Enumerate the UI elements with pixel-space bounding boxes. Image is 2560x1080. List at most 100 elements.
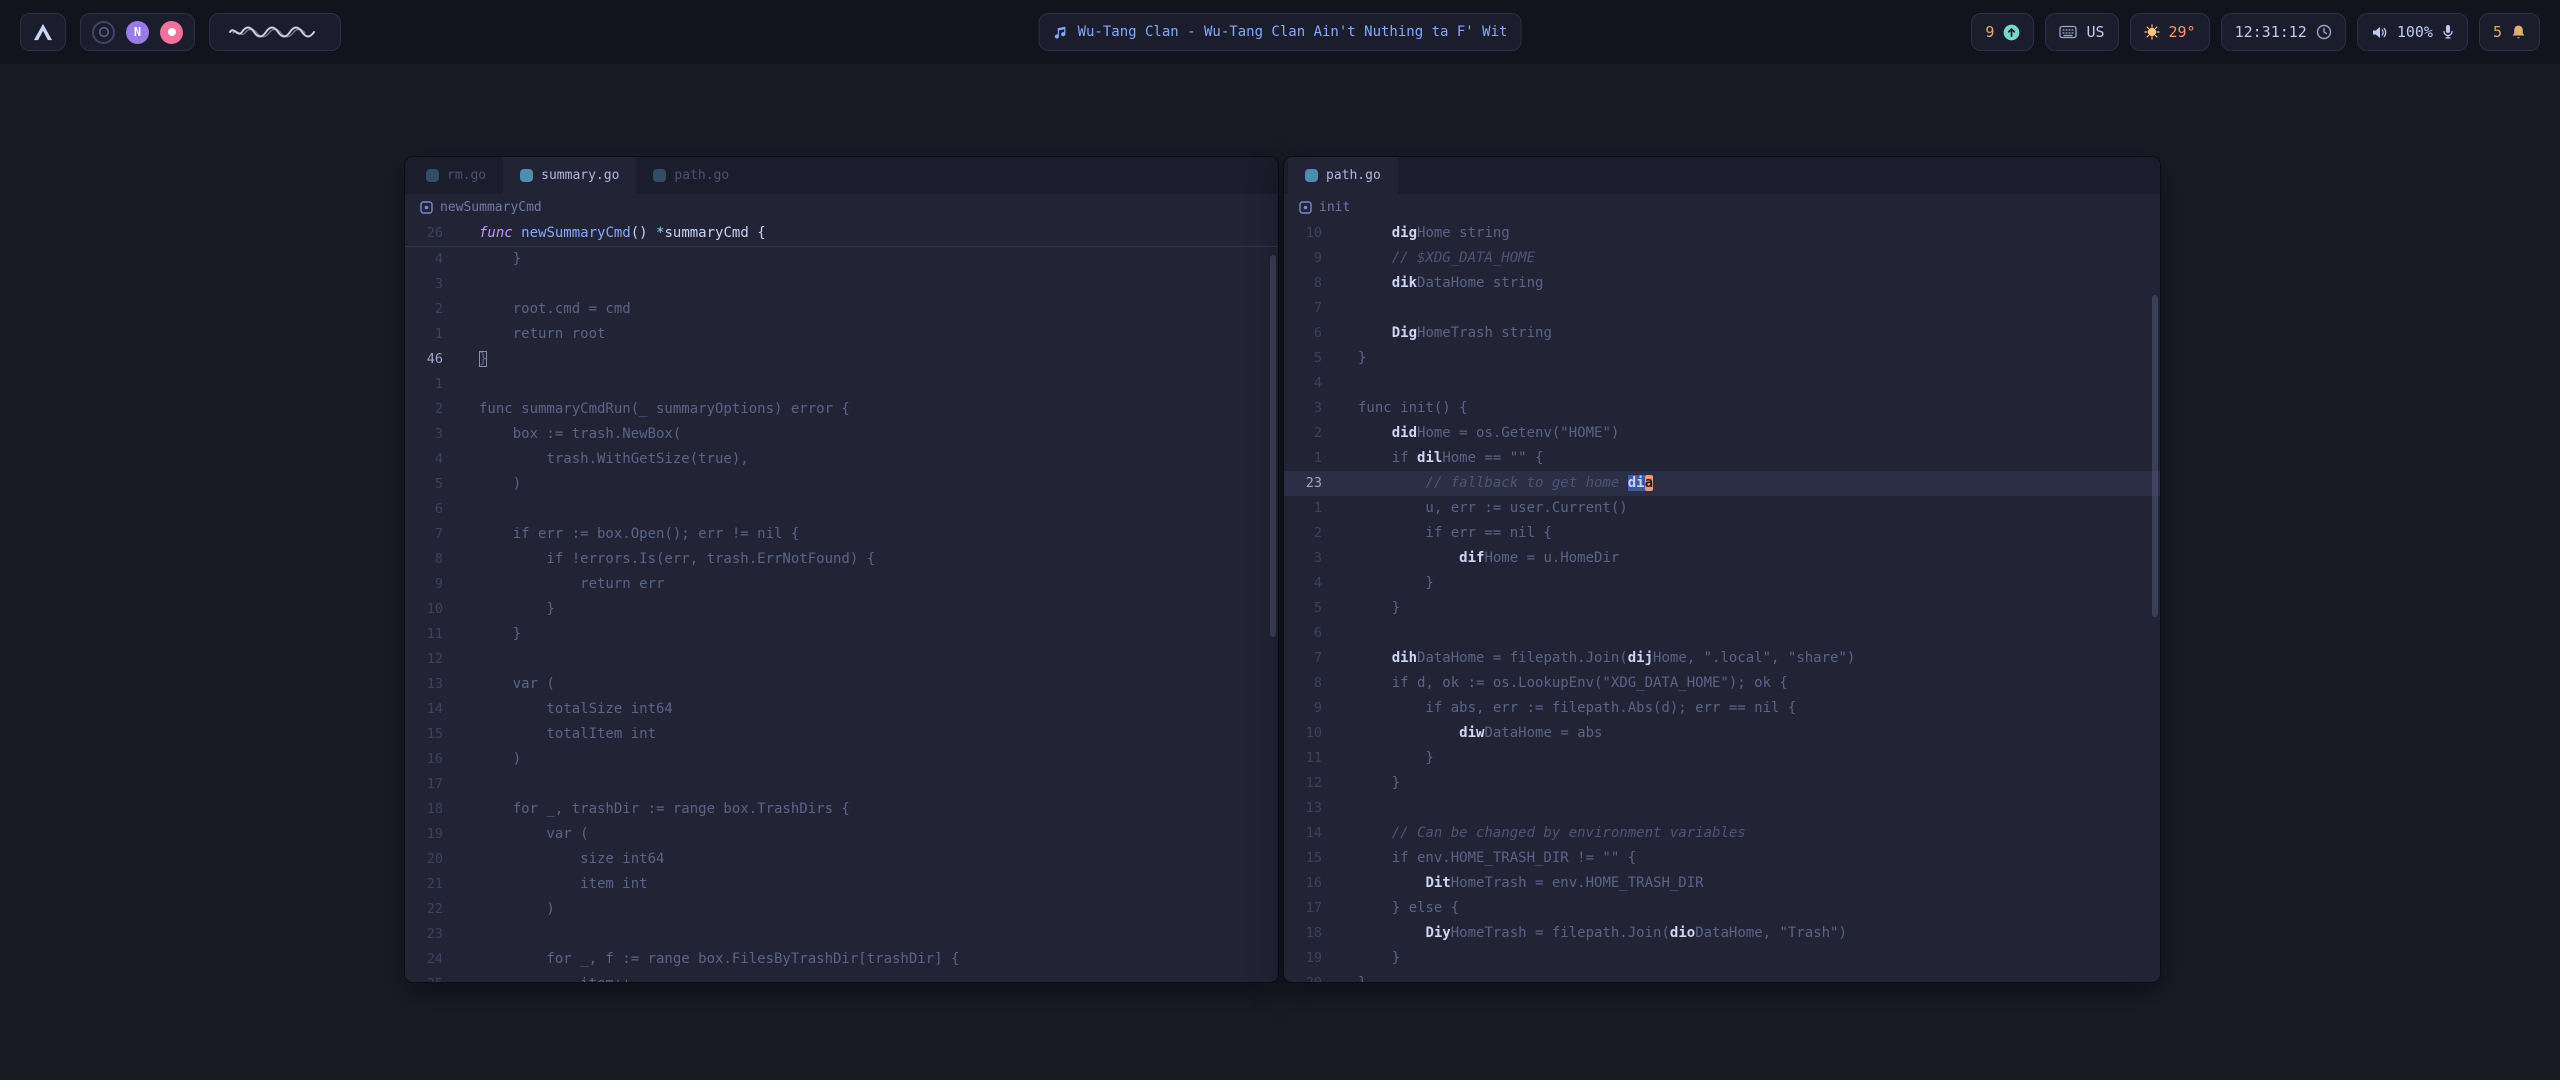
line-number: 9 [1284,246,1334,271]
code-text: HomeTrash string [1417,325,1552,341]
tab-path.go[interactable]: path.go [636,157,746,194]
code-line[interactable]: 2 root.cmd = cmd [405,297,1278,322]
inactive-cursor: } [479,351,487,367]
flash-jump-label: dij [1628,650,1653,666]
code-line[interactable]: 4 [1284,371,2160,396]
code-line[interactable]: 46} [405,347,1278,372]
code-text: } [479,601,555,617]
code-line[interactable]: 14 // Can be changed by environment vari… [1284,821,2160,846]
tab-path.go[interactable]: path.go [1288,157,1398,194]
sticky-context-line[interactable]: 26func newSummaryCmd() *summaryCmd { [405,221,1278,246]
tab-summary.go[interactable]: summary.go [503,157,636,194]
code-line[interactable]: 11 } [405,622,1278,647]
code-text: } [479,251,521,267]
right-scrollbar[interactable] [2152,295,2158,617]
code-line[interactable]: 10 digHome string [1284,221,2160,246]
code-line[interactable]: 5 ) [405,472,1278,497]
workspace-switcher[interactable]: N [80,13,195,51]
code-line[interactable]: 17 [405,772,1278,797]
left-scrollbar[interactable] [1270,255,1276,637]
code-line[interactable]: 6 DigHomeTrash string [1284,321,2160,346]
code-line[interactable]: 8 dikDataHome string [1284,271,2160,296]
code-line[interactable]: 19 var ( [405,822,1278,847]
code-line[interactable]: 1 [405,372,1278,397]
workspace-3-indicator[interactable] [160,21,183,44]
code-line[interactable]: 15 totalItem int [405,722,1278,747]
code-line[interactable]: 4 trash.WithGetSize(true), [405,447,1278,472]
code-line[interactable]: 16 DitHomeTrash = env.HOME_TRASH_DIR [1284,871,2160,896]
code-line[interactable]: 25 item++ [405,972,1278,982]
code-line[interactable]: 4 } [1284,571,2160,596]
volume-widget[interactable]: 100% [2357,13,2468,51]
code-line[interactable]: 3 [405,272,1278,297]
code-line[interactable]: 14 totalSize int64 [405,697,1278,722]
code-line[interactable]: 12 } [1284,771,2160,796]
code-line[interactable]: 9 if abs, err := filepath.Abs(d); err ==… [1284,696,2160,721]
code-line[interactable]: 2 if err == nil { [1284,521,2160,546]
code-line[interactable]: 21 item int [405,872,1278,897]
code-line[interactable]: 7 dihDataHome = filepath.Join(dijHome, "… [1284,646,2160,671]
code-line[interactable]: 19 } [1284,946,2160,971]
tab-rm.go[interactable]: rm.go [409,157,503,194]
code-text: func summaryCmdRun(_ summaryOptions) err… [479,401,850,417]
code-line[interactable]: 17 } else { [1284,896,2160,921]
code-text: ) [479,751,521,767]
code-line[interactable]: 1 u, err := user.Current() [1284,496,2160,521]
code-line[interactable]: 16 ) [405,747,1278,772]
code-line[interactable]: 6 [1284,621,2160,646]
code-line[interactable]: 2func summaryCmdRun(_ summaryOptions) er… [405,397,1278,422]
right-breadcrumb[interactable]: init [1284,194,2160,221]
code-line[interactable]: 9 // $XDG_DATA_HOME [1284,246,2160,271]
weather-widget[interactable]: 29° [2130,13,2210,51]
code-line[interactable]: 11 } [1284,746,2160,771]
taskbar-window-item[interactable] [209,13,341,51]
code-line[interactable]: 1 return root [405,322,1278,347]
code-line[interactable]: 5 } [1284,596,2160,621]
code-line[interactable]: 3 box := trash.NewBox( [405,422,1278,447]
code-line[interactable]: 13 var ( [405,672,1278,697]
code-text: return err [479,576,664,592]
code-line[interactable]: 1 if dilHome == "" { [1284,446,2160,471]
code-line[interactable]: 2 didHome = os.Getenv("HOME") [1284,421,2160,446]
code-text: ) [479,901,555,917]
code-line[interactable]: 20} [1284,971,2160,982]
comment-text: // Can be changed by environment variabl… [1358,825,1746,841]
left-code-area[interactable]: 26func newSummaryCmd() *summaryCmd {4 }3… [405,221,1278,982]
code-line[interactable]: 3func init() { [1284,396,2160,421]
code-line[interactable]: 15 if env.HOME_TRASH_DIR != "" { [1284,846,2160,871]
line-number: 6 [1284,621,1334,646]
app-launcher-button[interactable] [20,13,66,51]
code-line[interactable]: 23 [405,922,1278,947]
code-line[interactable]: 5} [1284,346,2160,371]
code-line[interactable]: 22 ) [405,897,1278,922]
clock-widget[interactable]: 12:31:12 [2221,13,2346,51]
code-line[interactable]: 24 for _, f := range box.FilesByTrashDir… [405,947,1278,972]
code-line[interactable]: 8 if !errors.Is(err, trash.ErrNotFound) … [405,547,1278,572]
breadcrumb-symbol: newSummaryCmd [440,200,542,215]
keyboard-layout-widget[interactable]: US [2045,13,2118,51]
code-line[interactable]: 9 return err [405,572,1278,597]
workspace-1-indicator[interactable] [92,21,115,44]
code-line[interactable]: 18 for _, trashDir := range box.TrashDir… [405,797,1278,822]
code-text [1358,325,1392,341]
workspace-2-indicator[interactable]: N [126,21,149,44]
code-line[interactable]: 4 } [405,247,1278,272]
left-breadcrumb[interactable]: newSummaryCmd [405,194,1278,221]
code-line[interactable]: 10 } [405,597,1278,622]
code-line[interactable]: 12 [405,647,1278,672]
code-line[interactable]: 20 size int64 [405,847,1278,872]
code-line[interactable]: 10 diwDataHome = abs [1284,721,2160,746]
code-line[interactable]: 6 [405,497,1278,522]
code-line[interactable]: 13 [1284,796,2160,821]
code-line[interactable]: 7 if err := box.Open(); err != nil { [405,522,1278,547]
notifications-widget[interactable]: 5 [2479,13,2540,51]
code-text: Home == "" { [1442,450,1543,466]
code-line[interactable]: 23 // fallback to get home dia [1284,471,2160,496]
code-line[interactable]: 7 [1284,296,2160,321]
code-line[interactable]: 8 if d, ok := os.LookupEnv("XDG_DATA_HOM… [1284,671,2160,696]
right-code-area[interactable]: 10 digHome string9 // $XDG_DATA_HOME8 di… [1284,221,2160,982]
media-player-widget[interactable]: Wu-Tang Clan - Wu-Tang Clan Ain't Nuthin… [1039,13,1522,51]
code-line[interactable]: 3 difHome = u.HomeDir [1284,546,2160,571]
code-line[interactable]: 18 DiyHomeTrash = filepath.Join(dioDataH… [1284,921,2160,946]
updates-widget[interactable]: 9 [1971,13,2034,51]
